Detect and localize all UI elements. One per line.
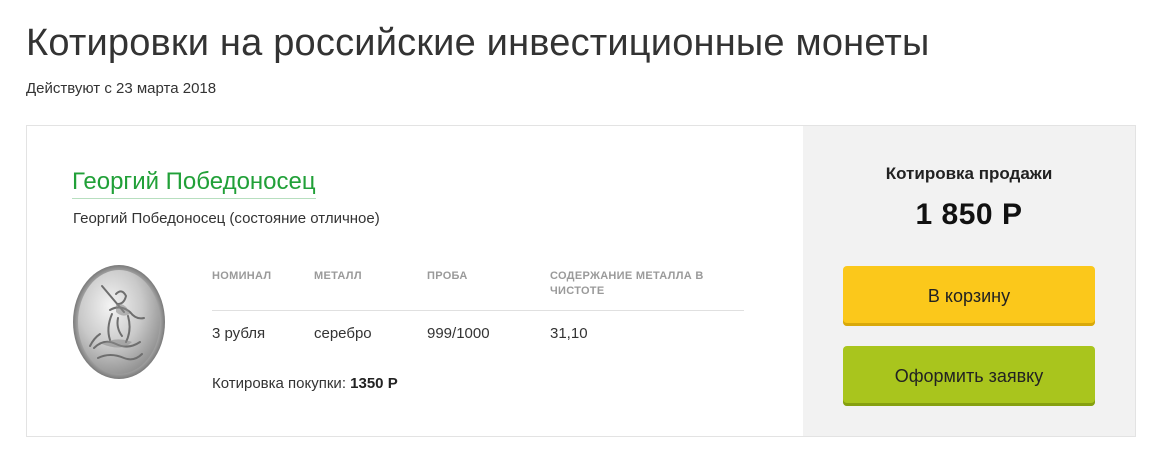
spec-value-pure-content: 31,10 xyxy=(550,325,588,342)
spec-value-fineness: 999/1000 xyxy=(427,325,490,342)
add-to-cart-button[interactable]: В корзину xyxy=(843,266,1095,326)
spec-value-metal: серебро xyxy=(314,325,372,342)
sell-quote-label: Котировка продажи xyxy=(885,164,1053,183)
coin-card-details: Георгий Победоносец Георгий Победоносец … xyxy=(27,126,803,436)
buy-quote: Котировка покупки: 1350 Р xyxy=(212,375,398,392)
coin-title-link[interactable]: Георгий Победоносец xyxy=(72,168,316,199)
page-subtitle: Действуют с 23 марта 2018 xyxy=(26,80,217,97)
spec-header-pure-content: Содержание металла в чистоте xyxy=(550,270,704,297)
spec-header-metal: Металл xyxy=(314,270,362,282)
coin-spec-table: Номинал Металл Проба Содержание металла … xyxy=(212,269,744,342)
coin-description: Георгий Победоносец (состояние отличное) xyxy=(73,210,380,227)
coin-card: Георгий Победоносец Георгий Победоносец … xyxy=(26,125,1136,437)
sell-panel: Котировка продажи 1 850 Р В корзину Офор… xyxy=(803,126,1135,436)
place-order-button[interactable]: Оформить заявку xyxy=(843,346,1095,406)
spec-table-header: Номинал Металл Проба Содержание металла … xyxy=(212,269,744,311)
buy-quote-label: Котировка покупки: xyxy=(212,375,346,392)
silver-coin-st-george-icon xyxy=(72,264,166,380)
spec-table-row: 3 рубля серебро 999/1000 31,10 xyxy=(212,311,744,342)
spec-value-nominal: 3 рубля xyxy=(212,325,266,342)
page-title: Котировки на российские инвестиционные м… xyxy=(26,22,930,64)
buy-quote-value: 1350 Р xyxy=(350,375,398,392)
spec-header-fineness: Проба xyxy=(427,270,468,282)
spec-header-nominal: Номинал xyxy=(212,270,272,282)
sell-quote-price: 1 850 Р xyxy=(915,198,1023,231)
